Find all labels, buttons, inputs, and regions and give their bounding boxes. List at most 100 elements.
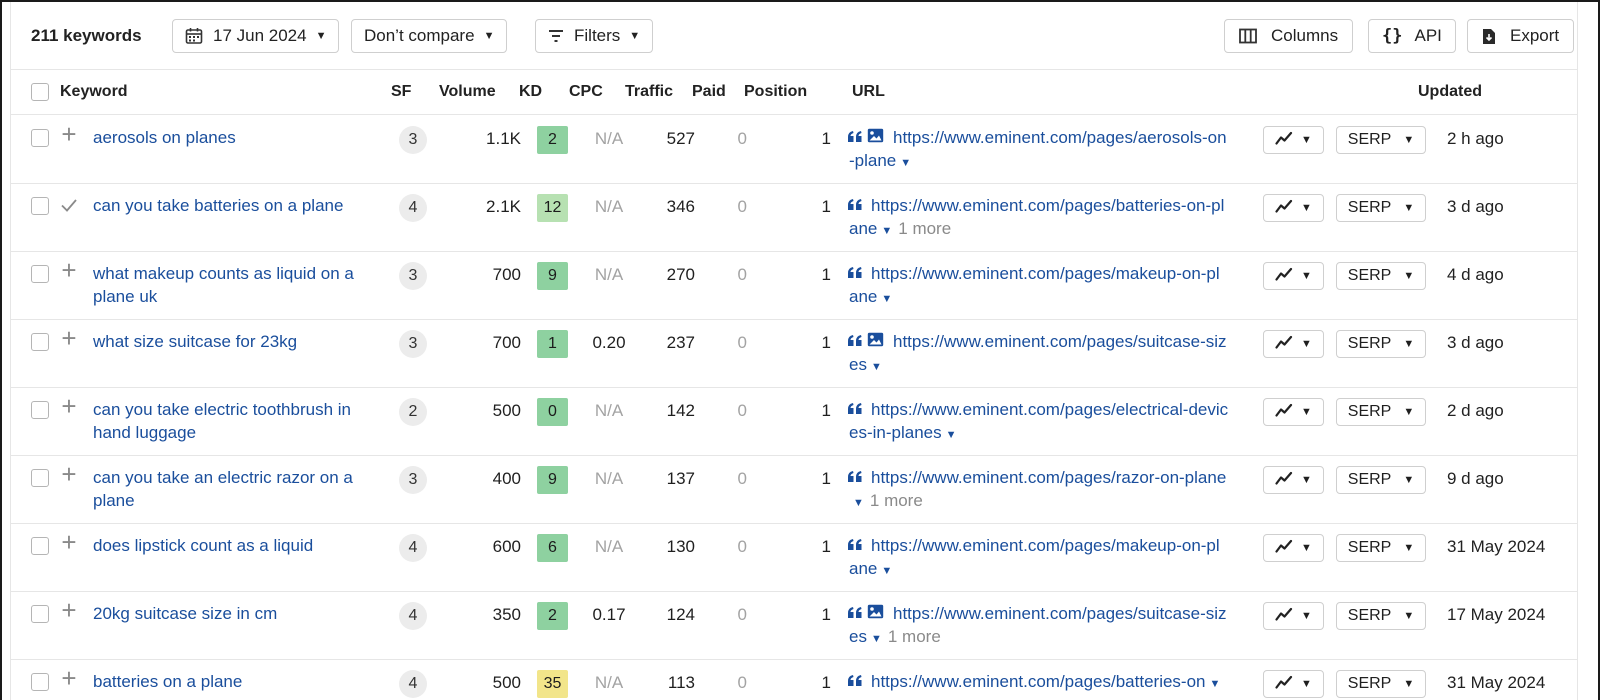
url-link[interactable]: https://www.eminent.com/pages/aerosols-o… [849,126,1229,175]
row-checkbox[interactable] [31,673,49,691]
serp-features-badge[interactable]: 3 [399,330,427,358]
row-checkbox[interactable] [31,333,49,351]
date-picker-button[interactable]: 17 Jun 2024 ▼ [172,19,340,53]
api-button[interactable]: {} API [1368,19,1456,53]
header-paid[interactable]: Paid [692,83,726,101]
url-link[interactable]: https://www.eminent.com/pages/suitcase-s… [849,330,1229,379]
trend-chart-button[interactable]: ▼ [1263,466,1324,494]
more-urls-link[interactable]: 1 more [888,627,941,646]
serp-features-badge[interactable]: 3 [399,466,427,494]
keyword-link[interactable]: aerosols on planes [93,126,383,149]
url-link[interactable]: https://www.eminent.com/pages/suitcase-s… [849,602,1229,651]
trend-chart-button[interactable]: ▼ [1263,602,1324,630]
keyword-link[interactable]: 20kg suitcase size in cm [93,602,383,625]
columns-button[interactable]: Columns [1224,19,1354,53]
trend-chart-button[interactable]: ▼ [1263,670,1324,698]
add-to-list-icon[interactable]: + [59,325,79,351]
url-link[interactable]: https://www.eminent.com/pages/makeup-on-… [849,534,1229,583]
serp-features-badge[interactable]: 3 [399,126,427,154]
serp-features-badge[interactable]: 4 [399,670,427,698]
add-to-list-icon[interactable]: + [59,121,79,147]
header-cpc[interactable]: CPC [569,83,603,101]
url-link[interactable]: https://www.eminent.com/pages/electrical… [849,398,1229,447]
added-check-icon[interactable] [59,195,79,215]
add-to-list-icon[interactable]: + [59,257,79,283]
url-link[interactable]: https://www.eminent.com/pages/batteries-… [849,670,1229,696]
trend-chart-button[interactable]: ▼ [1263,262,1324,290]
header-keyword[interactable]: Keyword [60,83,128,101]
url-text[interactable]: https://www.eminent.com/pages/electrical… [849,400,1228,442]
keyword-link[interactable]: can you take batteries on a plane [93,194,383,217]
chevron-down-icon[interactable]: ▼ [881,225,892,237]
more-urls-link[interactable]: 1 more [898,219,951,238]
compare-dropdown[interactable]: Don’t compare ▼ [351,19,508,53]
chevron-down-icon[interactable]: ▼ [881,293,892,305]
filters-button[interactable]: Filters ▼ [535,19,654,53]
serp-button[interactable]: SERP ▼ [1336,330,1426,358]
serp-features-badge[interactable]: 4 [399,602,427,630]
serp-button[interactable]: SERP ▼ [1336,534,1426,562]
serp-button[interactable]: SERP ▼ [1336,466,1426,494]
chevron-down-icon[interactable]: ▼ [1210,678,1221,690]
row-checkbox[interactable] [31,129,49,147]
serp-features-badge[interactable]: 3 [399,262,427,290]
keyword-link[interactable]: what makeup counts as liquid on a plane … [93,262,383,308]
paid-value: 0 [737,129,747,148]
url-text[interactable]: https://www.eminent.com/pages/batteries-… [871,672,1206,691]
position-value: 1 [821,469,831,488]
row-checkbox[interactable] [31,605,49,623]
header-sf[interactable]: SF [391,83,411,101]
chevron-down-icon[interactable]: ▼ [946,429,957,441]
keyword-link[interactable]: what size suitcase for 23kg [93,330,383,353]
chevron-down-icon[interactable]: ▼ [853,497,864,509]
header-updated[interactable]: Updated [1418,83,1482,101]
row-checkbox[interactable] [31,537,49,555]
more-urls-link[interactable]: 1 more [870,491,923,510]
serp-features-badge[interactable]: 4 [399,534,427,562]
header-kd[interactable]: KD [519,83,542,101]
trend-chart-button[interactable]: ▼ [1263,398,1324,426]
chevron-down-icon[interactable]: ▼ [881,565,892,577]
url-text[interactable]: https://www.eminent.com/pages/makeup-on-… [849,536,1220,578]
trend-chart-button[interactable]: ▼ [1263,194,1324,222]
add-to-list-icon[interactable]: + [59,393,79,419]
header-position[interactable]: Position [744,83,807,101]
select-all-checkbox[interactable] [31,83,49,101]
serp-button[interactable]: SERP ▼ [1336,262,1426,290]
trend-chart-button[interactable]: ▼ [1263,534,1324,562]
keyword-link[interactable]: does lipstick count as a liquid [93,534,383,557]
url-link[interactable]: https://www.eminent.com/pages/batteries-… [849,194,1229,243]
chevron-down-icon[interactable]: ▼ [900,157,911,169]
url-text[interactable]: https://www.eminent.com/pages/suitcase-s… [849,332,1227,374]
add-to-list-icon[interactable]: + [59,461,79,487]
url-link[interactable]: https://www.eminent.com/pages/makeup-on-… [849,262,1229,311]
keyword-link[interactable]: can you take an electric razor on a plan… [93,466,383,512]
header-volume[interactable]: Volume [439,83,496,101]
add-to-list-icon[interactable]: + [59,597,79,623]
serp-button[interactable]: SERP ▼ [1336,194,1426,222]
serp-button[interactable]: SERP ▼ [1336,602,1426,630]
add-to-list-icon[interactable]: + [59,529,79,555]
serp-button[interactable]: SERP ▼ [1336,398,1426,426]
serp-features-badge[interactable]: 2 [399,398,427,426]
serp-features-badge[interactable]: 4 [399,194,427,222]
export-button[interactable]: Export [1467,19,1575,53]
row-checkbox[interactable] [31,469,49,487]
header-traffic[interactable]: Traffic [625,83,673,101]
row-checkbox[interactable] [31,197,49,215]
add-to-list-icon[interactable]: + [59,665,79,691]
chevron-down-icon[interactable]: ▼ [871,633,882,645]
row-checkbox[interactable] [31,265,49,283]
row-checkbox[interactable] [31,401,49,419]
serp-button[interactable]: SERP ▼ [1336,126,1426,154]
trend-chart-button[interactable]: ▼ [1263,330,1324,358]
url-text[interactable]: https://www.eminent.com/pages/makeup-on-… [849,264,1220,306]
serp-button[interactable]: SERP ▼ [1336,670,1426,698]
header-url[interactable]: URL [852,83,885,101]
chevron-down-icon[interactable]: ▼ [871,361,882,373]
url-text[interactable]: https://www.eminent.com/pages/razor-on-p… [871,468,1226,487]
keyword-link[interactable]: can you take electric toothbrush in hand… [93,398,383,444]
trend-chart-button[interactable]: ▼ [1263,126,1324,154]
keyword-link[interactable]: batteries on a plane [93,670,383,693]
url-link[interactable]: https://www.eminent.com/pages/razor-on-p… [849,466,1229,515]
